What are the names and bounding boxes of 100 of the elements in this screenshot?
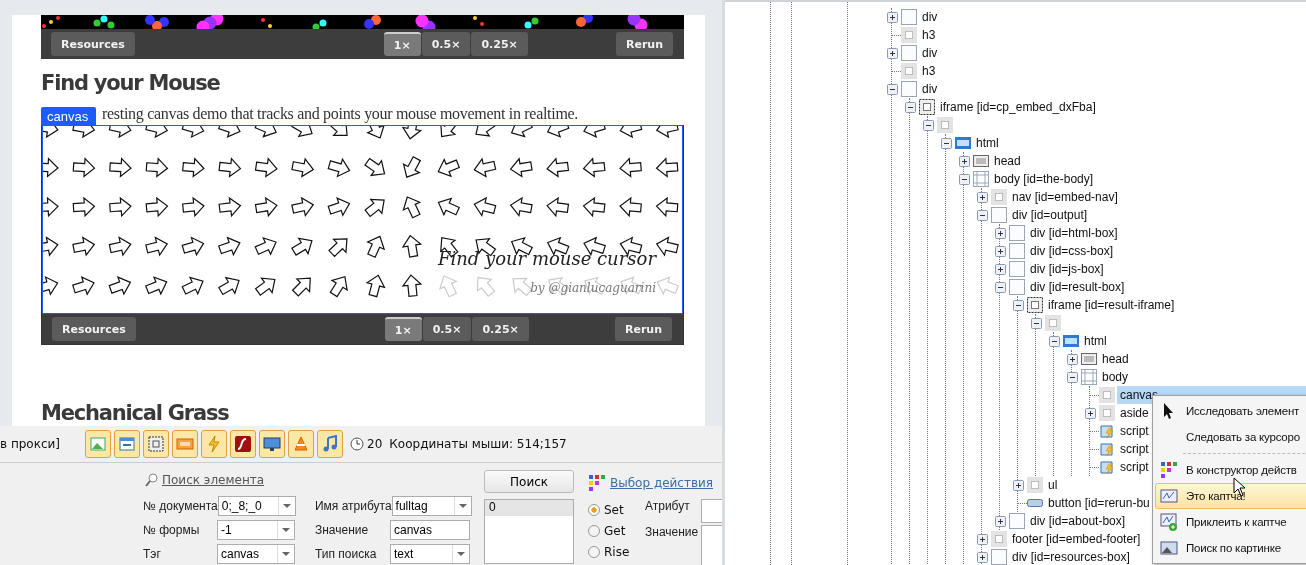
- expand-icon[interactable]: [994, 263, 1006, 275]
- expand-icon[interactable]: [976, 551, 988, 563]
- element-icon: [1045, 315, 1061, 331]
- tree-node-label[interactable]: html: [973, 134, 1002, 152]
- input-field[interactable]: [701, 499, 722, 523]
- speed-button[interactable]: 0.5×: [422, 317, 472, 341]
- tree-node-label[interactable]: iframe [id=cp_embed_dxFba]: [937, 98, 1099, 116]
- tree-node-label[interactable]: div [id=resources-box]: [1009, 548, 1133, 565]
- collapse-icon[interactable]: [904, 101, 916, 113]
- radio-button[interactable]: [588, 524, 600, 537]
- combo-field[interactable]: 0;_8;_0: [217, 496, 296, 516]
- tree-node-label[interactable]: head: [991, 152, 1024, 170]
- element-icon: [991, 531, 1007, 547]
- flash-icon: [234, 435, 253, 454]
- expand-icon[interactable]: [1012, 479, 1024, 491]
- speed-button[interactable]: 0.25×: [471, 32, 528, 56]
- tool-button[interactable]: [317, 430, 344, 459]
- tool-button[interactable]: [259, 430, 286, 459]
- tree-node-label[interactable]: ul: [1045, 476, 1061, 494]
- speed-button[interactable]: 1×: [383, 32, 421, 56]
- tree-node-label[interactable]: script: [1117, 440, 1152, 458]
- tree-node-label[interactable]: div [id=css-box]: [1027, 242, 1117, 260]
- field-label: Тэг: [143, 547, 162, 561]
- menu-item[interactable]: Исследовать элемент: [1155, 398, 1306, 424]
- tree-node-label[interactable]: div [id=result-box]: [1027, 278, 1128, 296]
- tree-node-label[interactable]: div: [919, 8, 941, 26]
- tree-node-label[interactable]: div: [919, 44, 941, 62]
- expand-icon[interactable]: [958, 155, 970, 167]
- tool-button[interactable]: [114, 430, 141, 459]
- input-field[interactable]: [701, 525, 722, 565]
- collapse-icon[interactable]: [940, 137, 952, 149]
- rerun-button[interactable]: Rerun: [614, 317, 672, 341]
- resources-button[interactable]: Resources: [51, 32, 135, 56]
- collapse-icon[interactable]: [1012, 299, 1024, 311]
- speed-button[interactable]: 1×: [384, 317, 422, 341]
- tree-node-label[interactable]: nav [id=embed-nav]: [1009, 188, 1121, 206]
- element-icon: [901, 9, 917, 25]
- collapse-icon[interactable]: [886, 83, 898, 95]
- tree-node-label[interactable]: div [id=output]: [1009, 206, 1091, 224]
- input-field[interactable]: canvas: [389, 520, 470, 540]
- menu-item[interactable]: Это каптча!: [1155, 483, 1306, 509]
- combo-field[interactable]: canvas: [217, 544, 295, 564]
- collapse-icon[interactable]: [1048, 335, 1060, 347]
- tree-node-label[interactable]: div [id=about-box]: [1027, 512, 1129, 530]
- menu-item[interactable]: Поиск по картинке: [1155, 535, 1306, 561]
- expand-icon[interactable]: [976, 533, 988, 545]
- tree-node-label[interactable]: html: [1081, 332, 1110, 350]
- expand-icon[interactable]: [994, 227, 1006, 239]
- element-icon: [1009, 513, 1025, 529]
- tree-node-label[interactable]: button [id=rerun-bu: [1045, 494, 1153, 512]
- radio-button[interactable]: [588, 545, 600, 558]
- menu-item[interactable]: Приклеить к каптче: [1155, 509, 1306, 535]
- collapse-icon[interactable]: [976, 209, 988, 221]
- collapse-icon[interactable]: [922, 119, 934, 131]
- tool-button[interactable]: [230, 430, 257, 459]
- expand-icon[interactable]: [994, 245, 1006, 257]
- radio-button[interactable]: [588, 503, 600, 516]
- speed-button[interactable]: 0.25×: [472, 317, 529, 341]
- screen-icon: [263, 435, 282, 454]
- tree-node-label[interactable]: iframe [id=result-iframe]: [1045, 296, 1178, 314]
- find-element-link[interactable]: Поиск элемента: [162, 473, 265, 487]
- expand-icon[interactable]: [886, 11, 898, 23]
- menu-item[interactable]: В конструктор действ: [1155, 457, 1306, 483]
- tree-node-label[interactable]: h3: [919, 26, 939, 44]
- tree-node-label[interactable]: script: [1117, 422, 1152, 440]
- tree-node-label[interactable]: aside: [1117, 404, 1152, 422]
- body-icon: [1081, 369, 1097, 385]
- tree-node-label[interactable]: script: [1117, 458, 1152, 476]
- collapse-icon[interactable]: [1030, 317, 1042, 329]
- expand-icon[interactable]: [886, 47, 898, 59]
- tree-node-label[interactable]: h3: [919, 62, 939, 80]
- tree-node-label[interactable]: body: [1099, 368, 1132, 386]
- rerun-button[interactable]: Rerun: [615, 32, 673, 56]
- result-item[interactable]: 0: [485, 500, 574, 516]
- combo-field[interactable]: fulltag: [391, 496, 472, 516]
- search-button[interactable]: Поиск: [484, 470, 575, 493]
- resources-button[interactable]: Resources: [52, 317, 136, 341]
- tree-node-label[interactable]: footer [id=embed-footer]: [1009, 530, 1144, 548]
- grid-icon: [588, 474, 606, 492]
- tree-node-label[interactable]: body [id=the-body]: [991, 170, 1097, 188]
- expand-icon[interactable]: [1084, 407, 1096, 419]
- collapse-icon[interactable]: [958, 173, 970, 185]
- results-list[interactable]: 0: [484, 499, 575, 564]
- dropdown-icon: [456, 551, 465, 557]
- collapse-icon[interactable]: [994, 281, 1006, 293]
- combo-field[interactable]: text: [389, 544, 470, 564]
- speed-button[interactable]: 0.5×: [421, 32, 471, 56]
- element-icon: [991, 189, 1007, 205]
- tree-node-label[interactable]: div [id=html-box]: [1027, 224, 1121, 242]
- expand-icon[interactable]: [1066, 353, 1078, 365]
- choose-action-link[interactable]: Выбор действия: [610, 476, 714, 490]
- expand-icon[interactable]: [976, 191, 988, 203]
- expand-icon[interactable]: [994, 515, 1006, 527]
- tree-node-label[interactable]: div [id=js-box]: [1027, 260, 1107, 278]
- element-icon: [1009, 279, 1025, 295]
- collapse-icon[interactable]: [1066, 371, 1078, 383]
- tree-node-label[interactable]: head: [1099, 350, 1132, 368]
- menu-item[interactable]: Следовать за курсоро: [1155, 424, 1306, 450]
- tree-node-label[interactable]: div: [919, 80, 941, 98]
- combo-field[interactable]: -1: [217, 520, 295, 540]
